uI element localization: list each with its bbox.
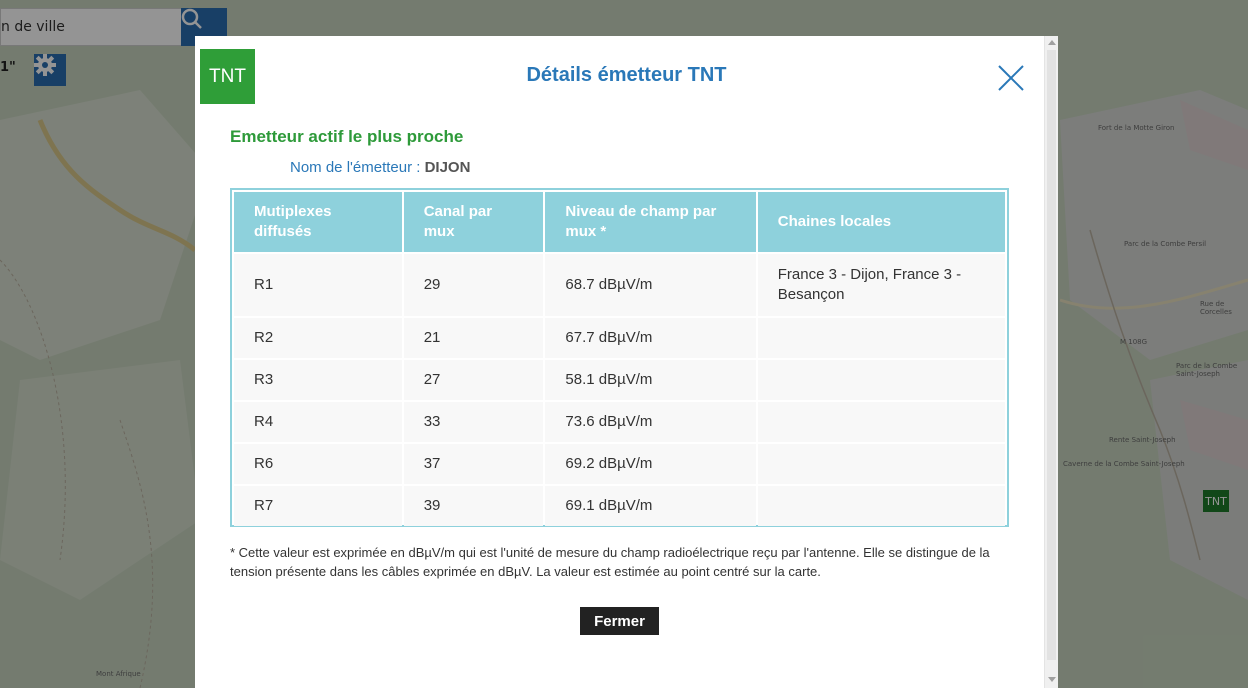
close-icon[interactable] — [995, 62, 1027, 94]
table-header-row: Mutiplexes diffusés Canal par mux Niveau… — [234, 192, 1005, 252]
table-cell: R2 — [234, 318, 402, 358]
table-cell — [757, 318, 1005, 358]
close-button[interactable]: Fermer — [580, 607, 659, 635]
table-row: R1 29 68.7 dBµV/m France 3 - Dijon, Fran… — [234, 254, 1005, 316]
multiplex-table: Mutiplexes diffusés Canal par mux Niveau… — [230, 188, 1009, 527]
emitter-name-row: Nom de l'émetteur : DIJON — [290, 159, 470, 176]
table-cell — [757, 444, 1005, 484]
scroll-thumb[interactable] — [1047, 50, 1056, 660]
table-row: R6 37 69.2 dBµV/m — [234, 444, 1005, 484]
table-cell — [757, 360, 1005, 400]
table-cell: R6 — [234, 444, 402, 484]
table-cell: 33 — [403, 402, 544, 442]
table-cell: R4 — [234, 402, 402, 442]
table-cell: 29 — [403, 254, 544, 316]
table-cell: 68.7 dBµV/m — [545, 254, 756, 316]
footnote: * Cette valeur est exprimée en dBµV/m qu… — [230, 545, 990, 579]
table-cell: 73.6 dBµV/m — [545, 402, 756, 442]
table-cell: 39 — [403, 486, 544, 526]
table-row: R4 33 73.6 dBµV/m — [234, 402, 1005, 442]
section-title: Emetteur actif le plus proche — [230, 127, 464, 146]
table-cell: R1 — [234, 254, 402, 316]
table-cell: R7 — [234, 486, 402, 526]
modal-scrollbar[interactable] — [1044, 36, 1058, 688]
table-row: R2 21 67.7 dBµV/m — [234, 318, 1005, 358]
table-cell: 37 — [403, 444, 544, 484]
table-cell: France 3 - Dijon, France 3 - Besançon — [757, 254, 1005, 316]
column-header: Niveau de champ par mux * — [545, 192, 756, 252]
modal-title: Détails émetteur TNT — [526, 64, 727, 86]
table-cell: 67.7 dBµV/m — [545, 318, 756, 358]
scroll-down-icon[interactable] — [1048, 677, 1056, 682]
emitter-details-modal: TNT Détails émetteur TNT Emetteur actif … — [195, 36, 1058, 688]
table-cell — [757, 486, 1005, 526]
scroll-up-icon[interactable] — [1048, 40, 1056, 45]
column-header: Chaines locales — [757, 192, 1005, 252]
table-cell: 21 — [403, 318, 544, 358]
emitter-label: Nom de l'émetteur : — [290, 159, 421, 176]
column-header: Canal par mux — [403, 192, 544, 252]
table-cell: 69.1 dBµV/m — [545, 486, 756, 526]
table-cell: R3 — [234, 360, 402, 400]
emitter-name: DIJON — [424, 159, 471, 176]
table-cell — [757, 402, 1005, 442]
table-cell: 27 — [403, 360, 544, 400]
table-cell: 69.2 dBµV/m — [545, 444, 756, 484]
table-row: R3 27 58.1 dBµV/m — [234, 360, 1005, 400]
table-cell: 58.1 dBµV/m — [545, 360, 756, 400]
table-row: R7 39 69.1 dBµV/m — [234, 486, 1005, 526]
column-header: Mutiplexes diffusés — [234, 192, 402, 252]
